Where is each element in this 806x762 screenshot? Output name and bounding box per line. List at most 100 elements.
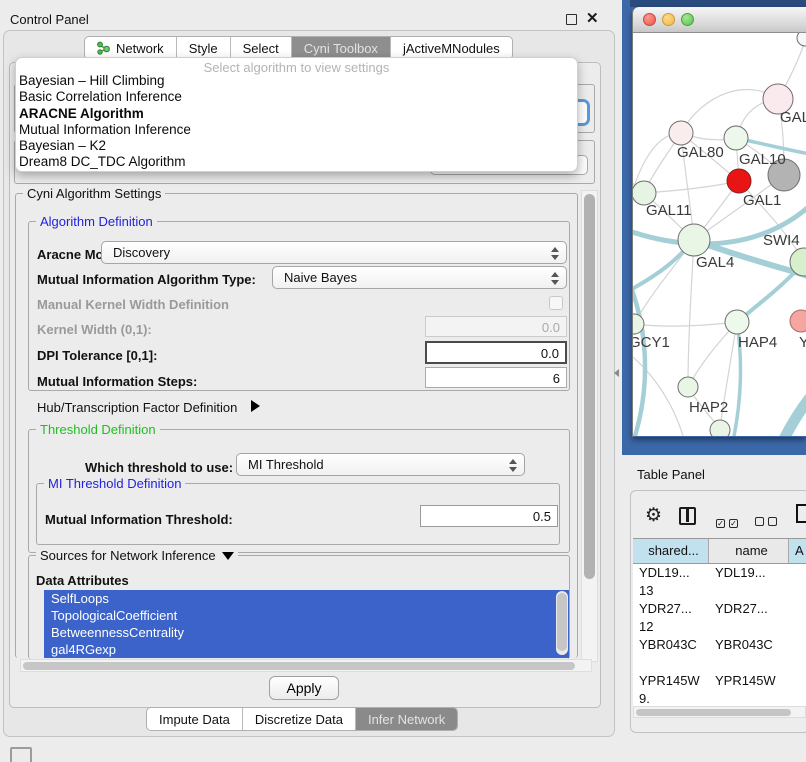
menu-item[interactable]: Bayesian – Hill Climbing <box>16 73 577 89</box>
document-icon[interactable] <box>796 504 806 523</box>
gear-icon[interactable]: ⚙ <box>645 504 662 527</box>
table-horizontal-scrollbar[interactable] <box>633 706 806 718</box>
tab-cyni-toolbox[interactable]: Cyni Toolbox <box>291 37 390 59</box>
node-label: GAL80 <box>677 144 724 161</box>
menu-item[interactable]: Mutual Information Inference <box>16 122 577 138</box>
splitpane-collapse-arrow[interactable] <box>614 369 619 377</box>
tab-style[interactable]: Style <box>176 37 230 59</box>
tab-discretize-data[interactable]: Discretize Data <box>242 708 355 730</box>
unchecked-checkboxes-icon[interactable] <box>755 513 781 531</box>
cyni-algorithm-settings-title: Cyni Algorithm Settings <box>23 186 165 201</box>
network-icon <box>97 41 110 55</box>
table-body: YDL19...YDL19...13 YDR27...YDR27...12 YB… <box>633 564 806 708</box>
node-gal80[interactable] <box>669 121 693 145</box>
column-header-partial[interactable]: A <box>789 539 806 563</box>
table-row[interactable]: YDR27...YDR27...12 <box>633 600 806 636</box>
network-graph: GAL2 GAL80 GAL10 GAL1 GAL11 SWI4 GAL4 GC… <box>633 33 806 436</box>
which-threshold-combobox[interactable]: MI Threshold <box>236 453 525 476</box>
collapsed-arrow-icon <box>251 400 260 412</box>
mi-type-combobox[interactable]: Naive Bayes <box>272 266 567 289</box>
tab-impute-data[interactable]: Impute Data <box>147 708 242 730</box>
expanded-arrow-icon <box>222 552 234 560</box>
mi-threshold-group-title: MI Threshold Definition <box>44 476 185 491</box>
combo-arrows-icon <box>508 458 517 473</box>
menu-item[interactable]: Bayesian – K2 <box>16 138 577 154</box>
settings-vertical-scrollbar-thumb[interactable] <box>584 194 595 579</box>
data-attributes-list[interactable]: SelfLoops TopologicalCoefficient Between… <box>44 590 569 658</box>
node-y[interactable] <box>790 310 806 332</box>
settings-vertical-scrollbar[interactable] <box>581 190 598 662</box>
which-threshold-label: Which threshold to use: <box>85 460 233 475</box>
table-row[interactable]: YBR043CYBR043C <box>633 636 806 672</box>
node-label: HAP4 <box>738 334 777 351</box>
mi-type-label: Mutual Information Algorithm Type: <box>37 272 256 287</box>
column-header-shared[interactable]: shared... <box>633 539 709 563</box>
algorithm-definition-title: Algorithm Definition <box>36 214 157 229</box>
settings-horizontal-scrollbar[interactable] <box>20 659 592 672</box>
table-row[interactable]: YDL19...YDL19...13 <box>633 564 806 600</box>
close-traffic-light-icon[interactable] <box>643 13 656 26</box>
list-item[interactable]: TopologicalCoefficient <box>44 607 569 624</box>
node[interactable] <box>797 33 806 46</box>
tab-infer-network[interactable]: Infer Network <box>355 708 457 730</box>
mi-steps-field[interactable]: 6 <box>425 367 567 388</box>
node-label: GAL10 <box>739 151 786 168</box>
node-label: SWI4 <box>763 232 800 249</box>
algorithm-popup-placeholder: Select algorithm to view settings <box>16 58 577 73</box>
network-canvas[interactable]: GAL2 GAL80 GAL10 GAL1 GAL11 SWI4 GAL4 GC… <box>633 33 806 436</box>
list-item[interactable]: BetweennessCentrality <box>44 624 569 641</box>
node-hap4[interactable] <box>725 310 749 334</box>
tab-jactivemnodules[interactable]: jActiveMNodules <box>390 37 512 59</box>
minimize-traffic-light-icon[interactable] <box>662 13 675 26</box>
mi-threshold-field[interactable]: 0.5 <box>420 505 558 527</box>
attributes-list-scrollbar[interactable] <box>556 591 568 655</box>
table-header-row: shared...nameA <box>633 539 806 564</box>
node[interactable] <box>710 420 730 436</box>
list-item[interactable]: SelfLoops <box>44 590 569 607</box>
network-window-titlebar[interactable] <box>633 7 806 33</box>
node-gal1-selected[interactable] <box>727 169 751 193</box>
which-threshold-value: MI Threshold <box>248 457 324 472</box>
tab-network-label: Network <box>116 41 164 56</box>
aracne-mode-value: Discovery <box>113 245 170 260</box>
column-header-name[interactable]: name <box>709 539 789 563</box>
sources-group-title[interactable]: Sources for Network Inference <box>36 548 238 563</box>
settings-horizontal-scrollbar-thumb[interactable] <box>23 662 575 670</box>
list-item[interactable]: gal4RGexp <box>44 641 569 658</box>
node-label: Y <box>799 334 806 351</box>
network-view-window: GAL2 GAL80 GAL10 GAL1 GAL11 SWI4 GAL4 GC… <box>632 7 806 437</box>
table-panel-title: Table Panel <box>637 467 705 482</box>
bottom-tabbar: Impute Data Discretize Data Infer Networ… <box>146 707 458 731</box>
kernel-width-label: Kernel Width (0,1): <box>37 322 152 337</box>
menu-item-selected[interactable]: ARACNE Algorithm <box>16 106 577 122</box>
node-hap2[interactable] <box>678 377 698 397</box>
control-panel-title: Control Panel <box>10 12 89 27</box>
zoom-traffic-light-icon[interactable] <box>681 13 694 26</box>
attributes-list-scrollbar-thumb[interactable] <box>557 593 567 651</box>
checked-checkboxes-icon[interactable]: ✓✓ <box>716 513 742 531</box>
node-label: GAL2 <box>780 109 806 126</box>
node-label: GCY1 <box>633 334 670 351</box>
float-panel-icon[interactable] <box>566 14 577 25</box>
column-view-icon[interactable] <box>679 507 696 525</box>
apply-button[interactable]: Apply <box>269 676 339 700</box>
combo-arrows-icon <box>550 271 559 286</box>
dpi-tolerance-field[interactable]: 0.0 <box>425 341 567 364</box>
table-horizontal-scrollbar-thumb[interactable] <box>636 709 791 716</box>
minimized-panel-icon[interactable] <box>10 747 32 762</box>
node-gal10[interactable] <box>724 126 748 150</box>
close-panel-icon[interactable]: ✕ <box>586 9 599 27</box>
mi-steps-label: Mutual Information Steps: <box>37 374 197 389</box>
tab-select[interactable]: Select <box>230 37 291 59</box>
table-row[interactable]: YPR145WYPR145W9. <box>633 672 806 708</box>
aracne-mode-combobox[interactable]: Discovery <box>101 241 567 264</box>
node-gal4[interactable] <box>678 224 710 256</box>
algorithm-popup: Select algorithm to view settings Bayesi… <box>15 57 578 172</box>
menu-item[interactable]: Basic Correlation Inference <box>16 89 577 105</box>
kernel-width-field[interactable]: 0.0 <box>425 316 567 337</box>
manual-kernel-checkbox[interactable] <box>549 296 563 310</box>
mi-threshold-label: Mutual Information Threshold: <box>45 512 233 527</box>
hub-definition-toggle[interactable]: Hub/Transcription Factor Definition <box>37 400 260 415</box>
tab-network[interactable]: Network <box>85 37 176 59</box>
menu-item[interactable]: Dream8 DC_TDC Algorithm <box>16 154 577 170</box>
